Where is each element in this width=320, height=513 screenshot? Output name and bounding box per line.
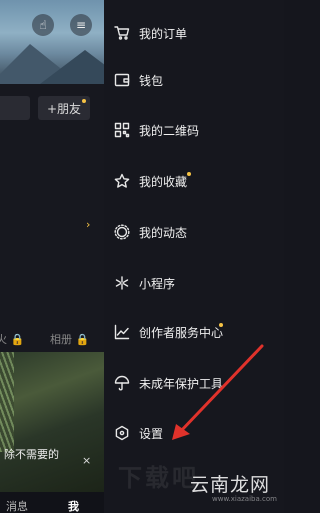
- menu-item-label: 创作者服务中心: [139, 325, 224, 340]
- menu-item-label: 钱包: [139, 73, 164, 88]
- tab-album-locked[interactable]: 相册 🔒: [50, 331, 89, 347]
- menu-item-label: 我的收藏: [139, 174, 188, 189]
- thumbs-up-icon[interactable]: ☝: [32, 14, 54, 36]
- watermark-logo: 下载吧: [118, 464, 199, 492]
- star-icon: [114, 173, 130, 189]
- profile-banner-image: ☝ ≡: [0, 0, 104, 84]
- watermark-url: www.xiazaiba.com: [212, 495, 277, 503]
- umbrella-icon: [114, 375, 130, 391]
- nav-me[interactable]: 我: [68, 498, 79, 513]
- menu-item-label: 设置: [139, 426, 164, 441]
- menu-item-settings[interactable]: 设置: [104, 416, 284, 450]
- menu-item-favorites[interactable]: 我的收藏: [104, 164, 284, 198]
- cart-icon: [114, 25, 130, 41]
- edit-profile-button[interactable]: [0, 96, 30, 120]
- add-friend-label: +朋友: [46, 101, 82, 116]
- notification-dot: [187, 172, 191, 176]
- add-friend-button[interactable]: +朋友: [38, 96, 90, 120]
- wallet-icon: [114, 72, 130, 88]
- side-drawer-menu: 我的订单 钱包 我的二维码 我的收藏 我的动态 小程序 创作者服务中心 未成年保…: [104, 0, 284, 513]
- chart-line-icon: [114, 324, 130, 340]
- watermark-text: 云南龙网: [190, 474, 271, 496]
- notification-dot: [219, 323, 223, 327]
- tab-likes-locked[interactable]: 火 🔒: [0, 331, 24, 347]
- menu-item-creator-center[interactable]: 创作者服务中心: [104, 315, 284, 349]
- chevron-right-icon[interactable]: ›: [86, 218, 90, 231]
- nav-messages[interactable]: 消息: [6, 498, 28, 513]
- menu-item-label: 未成年保护工具: [139, 376, 224, 391]
- menu-item-orders[interactable]: 我的订单: [104, 16, 284, 50]
- menu-item-label: 我的订单: [139, 26, 188, 41]
- menu-item-mini-programs[interactable]: 小程序: [104, 266, 284, 300]
- hexagon-settings-icon: [114, 425, 130, 441]
- close-icon[interactable]: ×: [82, 454, 91, 467]
- menu-item-wallet[interactable]: 钱包: [104, 63, 284, 97]
- toast-text: 除不需要的: [4, 448, 59, 461]
- qr-code-icon: [114, 122, 130, 138]
- sun-icon: [114, 224, 130, 240]
- menu-item-label: 小程序: [139, 276, 176, 291]
- menu-item-activity[interactable]: 我的动态: [104, 215, 284, 249]
- asterisk-icon: [114, 275, 130, 291]
- menu-item-label: 我的二维码: [139, 123, 200, 138]
- notification-dot: [82, 99, 86, 103]
- menu-icon[interactable]: ≡: [70, 14, 92, 36]
- video-thumbnail[interactable]: [0, 352, 104, 492]
- profile-page-background: ☝ ≡ +朋友 › 火 🔒 相册 🔒 除不需要的 × 消息 我: [0, 0, 104, 513]
- menu-item-label: 我的动态: [139, 225, 188, 240]
- menu-item-qr-code[interactable]: 我的二维码: [104, 113, 284, 147]
- menu-item-minor-protection[interactable]: 未成年保护工具: [104, 366, 284, 400]
